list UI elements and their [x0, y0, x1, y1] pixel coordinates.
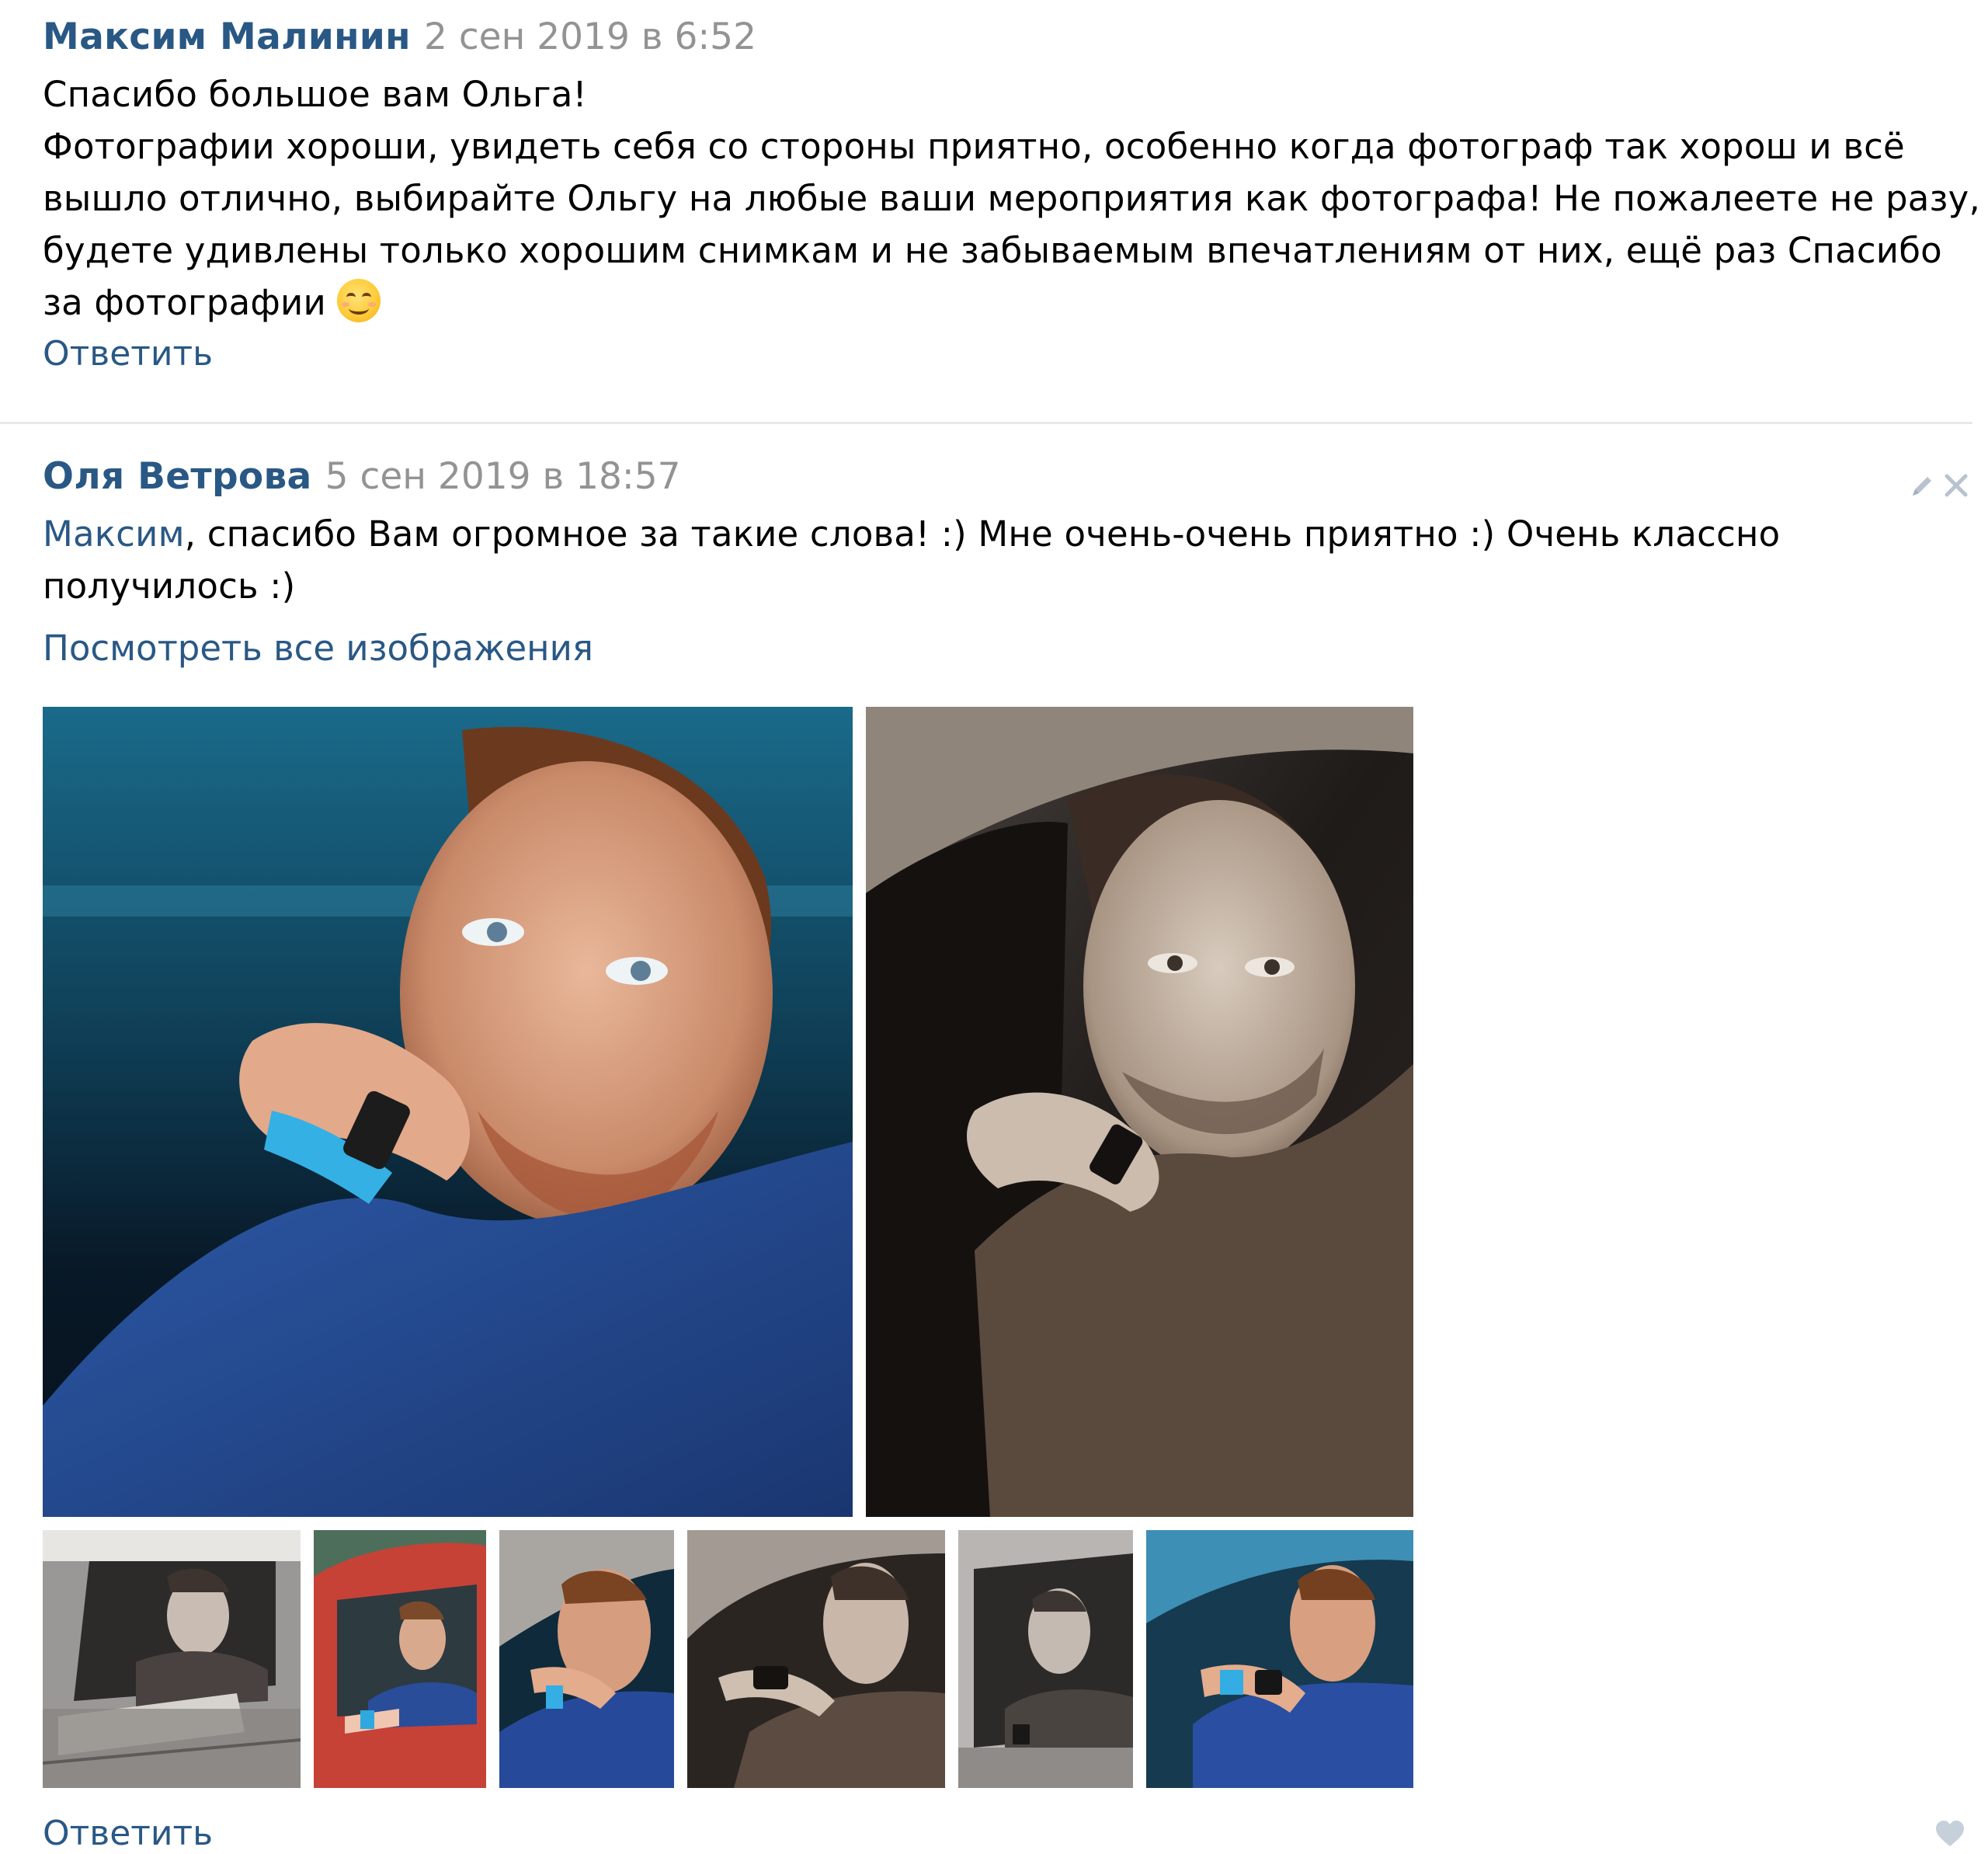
mention-link[interactable]: Максим — [43, 513, 185, 555]
comment-text-line-last: за фотографии — [43, 277, 1953, 329]
thumb-blue-closeup[interactable] — [499, 1530, 674, 1788]
photo-blue-shirt-portrait[interactable] — [43, 707, 853, 1517]
heart-icon[interactable] — [1934, 1819, 1966, 1849]
pencil-icon[interactable] — [1906, 471, 1938, 502]
comment-text-line: Максим, спасибо Вам огромное за такие сл… — [43, 508, 1953, 560]
comment-header: Оля Ветрова 5 сен 2019 в 18:57 — [43, 455, 681, 498]
comment-header: Максим Малинин 2 сен 2019 в 6:52 — [43, 16, 756, 58]
author-name[interactable]: Оля Ветрова — [43, 455, 312, 498]
comment-text-line: Спасибо большое вам Ольга! — [43, 74, 587, 115]
comment-date[interactable]: 5 сен 2019 в 18:57 — [325, 455, 681, 498]
comment-date[interactable]: 2 сен 2019 в 6:52 — [424, 16, 756, 58]
comment-text-fragment: за фотографии — [43, 282, 326, 323]
thumb-grey-car-bw[interactable] — [958, 1530, 1133, 1788]
thumb-blue-side[interactable] — [1146, 1530, 1413, 1788]
comment-text-line: получилось :) — [43, 565, 296, 607]
view-all-images-link[interactable]: Посмотреть все изображения — [43, 628, 593, 669]
comment-text-fragment: , спасибо Вам огромное за такие слова! :… — [184, 513, 1781, 555]
thumb-sepia-closeup[interactable] — [687, 1530, 945, 1788]
comment-text: Спасибо большое вам Ольга! Фотографии хо… — [43, 68, 1980, 329]
photo-sepia-portrait[interactable] — [866, 707, 1413, 1517]
comment-text-line: Фотографии хороши, увидеть себя со сторо… — [43, 126, 1905, 167]
thumb-grey-car-window[interactable] — [43, 1530, 301, 1788]
author-name[interactable]: Максим Малинин — [43, 16, 411, 58]
reply-button[interactable]: Ответить — [43, 334, 213, 374]
comment-text-line: будете удивлены только хорошим снимкам и… — [43, 230, 1942, 271]
close-icon[interactable] — [1941, 471, 1971, 500]
comment-divider — [0, 422, 1972, 424]
thumb-red-car[interactable] — [314, 1530, 486, 1788]
reply-button[interactable]: Ответить — [43, 1814, 213, 1853]
smiling-face-emoji-icon — [336, 279, 381, 322]
comment-text: Максим, спасибо Вам огромное за такие сл… — [43, 508, 1953, 612]
comment-text-line: вышло отлично, выбирайте Ольгу на любые … — [43, 178, 1980, 219]
